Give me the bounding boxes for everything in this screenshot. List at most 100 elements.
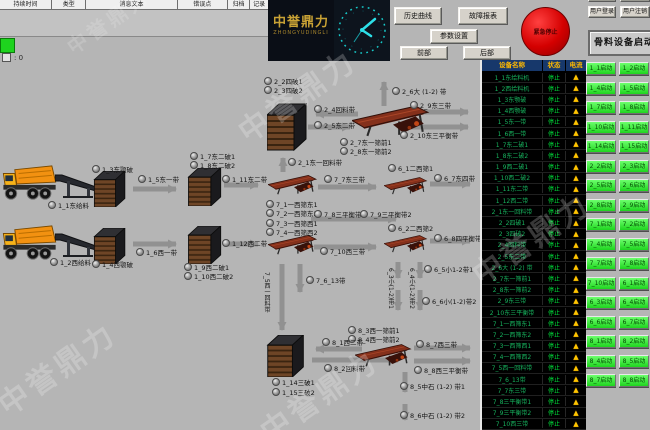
start-button[interactable]: 1_14启动 (586, 140, 616, 153)
crusher-box (94, 171, 125, 207)
clipped-button[interactable] (588, 0, 616, 2)
start-button[interactable]: 1_2启动 (619, 62, 649, 75)
equipment-col-current: 电流 (566, 60, 586, 71)
equipment-name: 2_2四破1 (482, 218, 543, 227)
equipment-table-header: 设备名称 状态 电流 (482, 60, 586, 72)
alarm-triangle-icon: ▲ (566, 409, 586, 417)
status-value: 停止 (543, 319, 566, 328)
crusher-box (188, 226, 220, 264)
param-settings-button[interactable]: 参数设置 (430, 29, 478, 44)
crusher-box (188, 168, 220, 206)
start-button[interactable]: 2_9启动 (619, 199, 649, 212)
status-value: 停止 (543, 274, 566, 283)
alarm-triangle-icon: ▲ (566, 286, 586, 294)
flow-machines (3, 104, 427, 377)
start-button[interactable]: 8_7启动 (586, 374, 616, 387)
fault-report-button[interactable]: 故障报表 (458, 7, 508, 25)
start-button[interactable]: 1_11启动 (619, 121, 649, 134)
equipment-name: 1_9西二破1 (482, 162, 543, 171)
start-button[interactable]: 6_4启动 (619, 296, 649, 309)
table-row: 1_6西一带停止▲ (482, 128, 586, 139)
start-button[interactable]: 8_1启动 (586, 335, 616, 348)
start-button[interactable]: 7_1启动 (586, 218, 616, 231)
alarm-triangle-icon: ▲ (566, 163, 586, 171)
equipment-name: 2_3四破2 (482, 229, 543, 238)
start-button[interactable]: 7_5启动 (619, 238, 649, 251)
start-button[interactable]: 2_6启动 (619, 179, 649, 192)
equipment-name: 7_6_13带 (482, 375, 543, 384)
clipped-button[interactable] (620, 0, 650, 2)
start-button[interactable]: 2_2启动 (586, 160, 616, 173)
equipment-name: 1_12西二带 (482, 196, 543, 205)
start-button[interactable]: 6_6启动 (586, 316, 616, 329)
start-button[interactable]: 2_5启动 (586, 179, 616, 192)
start-button[interactable]: 8_5启动 (619, 355, 649, 368)
user-login-button[interactable]: 用户登录 (588, 6, 616, 18)
start-button[interactable]: 7_8启动 (619, 257, 649, 270)
table-row: 2_4回料带停止▲ (482, 240, 586, 251)
start-button[interactable]: 1_5启动 (619, 82, 649, 95)
start-button[interactable]: 8_8启动 (619, 374, 649, 387)
start-button[interactable]: 8_4启动 (586, 355, 616, 368)
status-value: 停止 (543, 218, 566, 227)
alarm-col-archive: 归档 (228, 0, 251, 9)
rear-section-button[interactable]: 后部 (463, 46, 511, 60)
alarm-triangle-icon: ▲ (566, 319, 586, 327)
equipment-name: 2_1东一回料带 (482, 207, 543, 216)
table-row: 1_4西颚破停止▲ (482, 106, 586, 117)
start-button[interactable]: 1_15启动 (619, 140, 649, 153)
start-button[interactable]: 6_3启动 (586, 296, 616, 309)
equipment-name: 1_8东二破2 (482, 151, 543, 160)
start-button[interactable]: 7_2启动 (619, 218, 649, 231)
table-row: 7_2一西筛东2停止▲ (482, 329, 586, 340)
alarm-triangle-icon: ▲ (566, 297, 586, 305)
start-button[interactable]: 1_7启动 (586, 101, 616, 114)
equipment-col-name: 设备名称 (482, 60, 543, 71)
status-value: 停止 (543, 184, 566, 193)
table-row: 2_9东三带停止▲ (482, 296, 586, 307)
start-button[interactable]: 7_7启动 (586, 257, 616, 270)
start-button[interactable]: 1_8启动 (619, 101, 649, 114)
screen-machine (384, 235, 427, 252)
company-logo: 中誉鼎力 ZHONGYUDINGLI (268, 0, 334, 61)
table-row: 1_1东给料机停止▲ (482, 72, 586, 83)
feeder (55, 234, 96, 257)
dump-truck (3, 226, 55, 259)
start-button[interactable]: 8_2启动 (619, 335, 649, 348)
analog-clock (334, 0, 390, 61)
history-curve-button[interactable]: 历史曲线 (394, 7, 442, 25)
alarm-table-header: 持续时间 类型 消息文本 错误点 归档 记录 (0, 0, 268, 10)
front-section-button[interactable]: 前部 (400, 46, 448, 60)
equipment-name: 2_8东一筛前2 (482, 285, 543, 294)
table-row: 1_12西二带停止▲ (482, 195, 586, 206)
alarm-col-record: 记录 (250, 0, 268, 9)
alarm-triangle-icon: ▲ (566, 196, 586, 204)
screen-machine (384, 177, 427, 194)
start-button[interactable]: 1_4启动 (586, 82, 616, 95)
status-value: 停止 (543, 285, 566, 294)
status-value: 停止 (543, 419, 566, 428)
start-button[interactable]: 1_1启动 (586, 62, 616, 75)
start-button[interactable]: 1_10启动 (586, 121, 616, 134)
emergency-stop-label: 紧急停止 (533, 27, 557, 36)
equipment-name: 1_1东给料机 (482, 73, 543, 82)
alarm-triangle-icon: ▲ (566, 364, 586, 372)
brand-panel: 中誉鼎力 ZHONGYUDINGLI (268, 0, 390, 61)
emergency-stop-button[interactable]: 紧急停止 (521, 7, 570, 56)
user-logout-button[interactable]: 用户注销 (620, 6, 650, 18)
start-button[interactable]: 2_3启动 (619, 160, 649, 173)
equipment-name: 7_7东三带 (482, 386, 543, 395)
status-value: 停止 (543, 240, 566, 249)
status-value: 停止 (543, 229, 566, 238)
crusher-box (94, 228, 125, 264)
start-button[interactable]: 6_7启动 (619, 316, 649, 329)
start-button[interactable]: 7_10启动 (586, 277, 616, 290)
table-row: 1_9西二破1停止▲ (482, 162, 586, 173)
table-row: 2_5东二带停止▲ (482, 251, 586, 262)
table-row: 2_8东一筛前2停止▲ (482, 285, 586, 296)
alarm-triangle-icon: ▲ (566, 107, 586, 115)
start-button[interactable]: 2_8启动 (586, 199, 616, 212)
start-button[interactable]: 6_1启动 (619, 277, 649, 290)
start-button[interactable]: 7_4启动 (586, 238, 616, 251)
status-value: 停止 (543, 73, 566, 82)
